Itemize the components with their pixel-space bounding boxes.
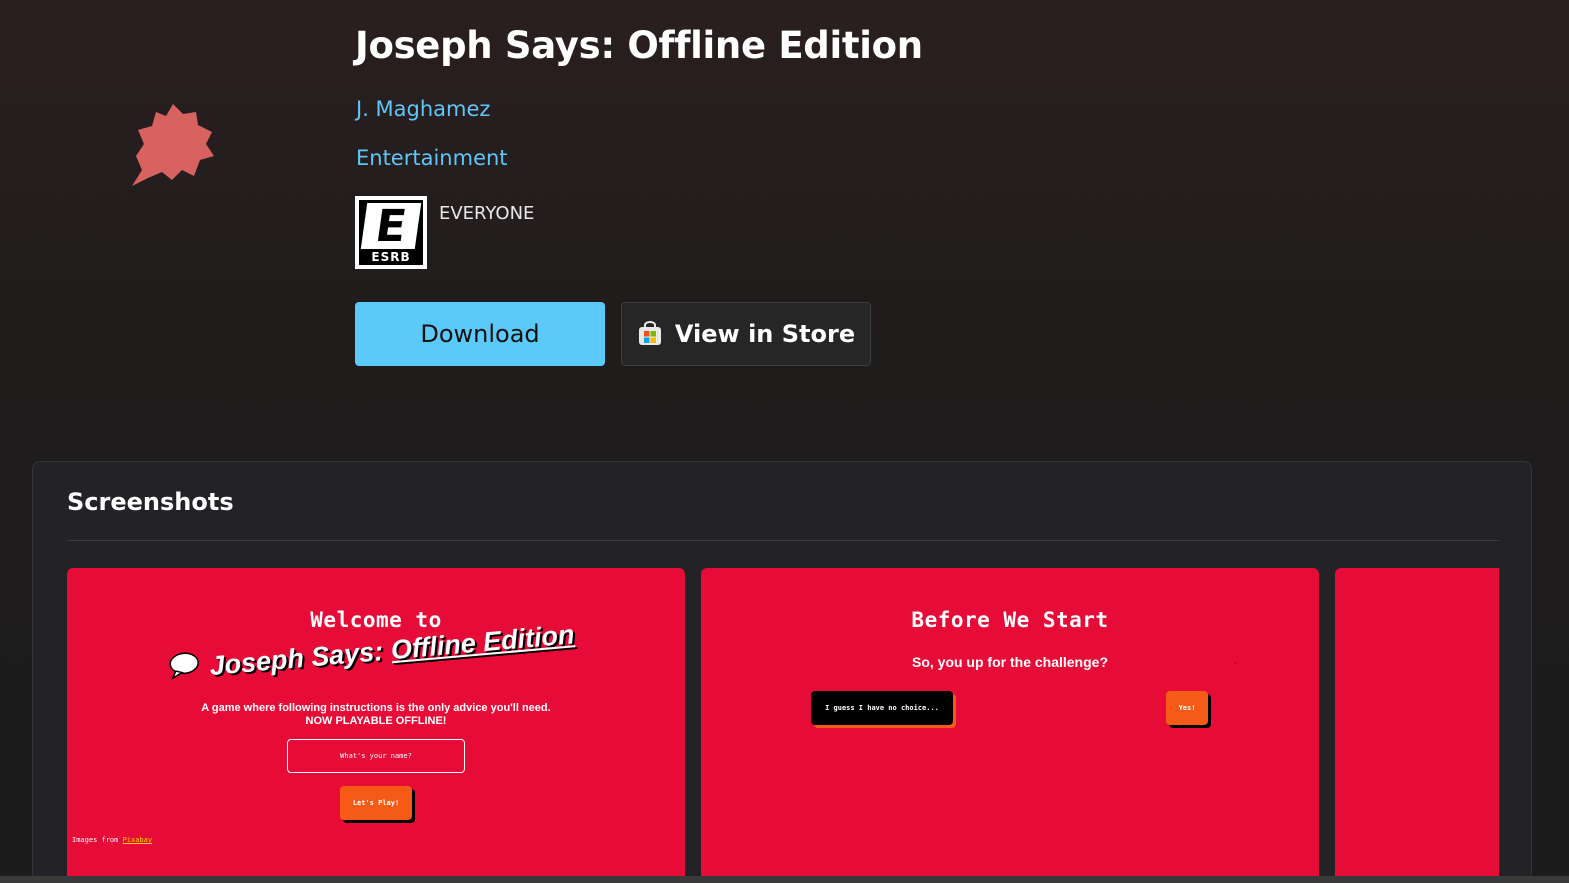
- screenshot-2-heading: Before We Start: [911, 608, 1109, 632]
- image-credit: Images from Pixabay: [72, 836, 152, 844]
- esrb-label: ESRB: [371, 250, 411, 264]
- screenshot-3[interactable]: [1335, 568, 1499, 883]
- name-input: What's your name?: [287, 739, 465, 773]
- download-button-label: Download: [420, 320, 540, 348]
- screenshots-carousel[interactable]: Welcome to Joseph Says: Offline Edition …: [67, 568, 1499, 883]
- starburst-icon: [132, 104, 214, 186]
- game-subtitle-line2: NOW PLAYABLE OFFLINE!: [305, 715, 447, 727]
- view-in-store-button[interactable]: View in Store: [621, 302, 871, 366]
- screenshot-1-heading: Welcome to: [310, 608, 442, 632]
- category-link[interactable]: Entertainment: [356, 146, 508, 170]
- app-title: Joseph Says: Offline Edition: [355, 24, 923, 67]
- divider: [67, 540, 1499, 541]
- screenshot-2[interactable]: Before We Start So, you up for the chall…: [701, 568, 1319, 883]
- game-subtitle-line1: A game where following instructions is t…: [201, 702, 551, 714]
- game-logo-main: Joseph Says:: [208, 636, 385, 682]
- lets-play-button: Let's Play!: [340, 786, 412, 820]
- esrb-letter: E: [360, 201, 422, 252]
- screenshots-heading: Screenshots: [67, 488, 234, 516]
- horizontal-scrollbar[interactable]: [0, 876, 1569, 883]
- game-subtitle: A game where following instructions is t…: [67, 702, 685, 728]
- microsoft-store-icon: [637, 321, 663, 347]
- screenshot-1[interactable]: Welcome to Joseph Says: Offline Edition …: [67, 568, 685, 883]
- speech-bubble-icon: [166, 651, 201, 687]
- no-choice-button: I guess I have no choice...: [811, 691, 953, 725]
- publisher-link[interactable]: J. Maghamez: [356, 97, 490, 121]
- download-button[interactable]: Download: [355, 302, 605, 366]
- screenshots-panel: Screenshots Welcome to Joseph Says: Offl…: [32, 461, 1532, 883]
- cursor-dot: [1235, 662, 1236, 664]
- view-in-store-label: View in Store: [674, 320, 856, 348]
- yes-button: Yes!: [1166, 691, 1208, 725]
- app-icon: [128, 100, 220, 192]
- pixabay-link: Pixabay: [122, 836, 153, 844]
- challenge-question: So, you up for the challenge?: [911, 654, 1108, 670]
- rating-text: EVERYONE: [439, 203, 535, 224]
- image-credit-prefix: Images from: [72, 836, 119, 844]
- esrb-rating-badge: E ESRB: [355, 196, 427, 269]
